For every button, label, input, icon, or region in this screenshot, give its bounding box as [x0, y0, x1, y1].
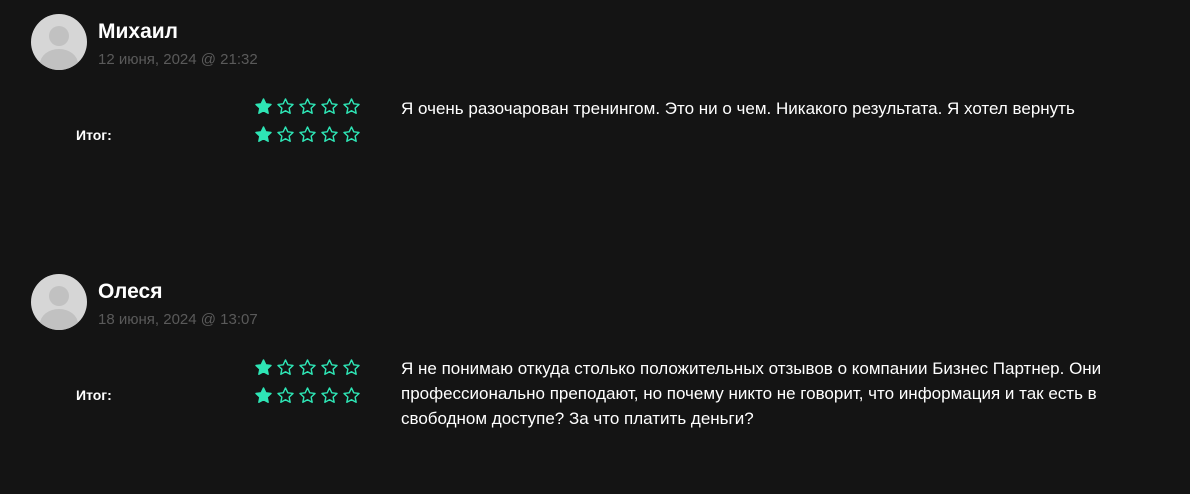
star-outline-icon [321, 126, 338, 143]
star-outline-icon [321, 98, 338, 115]
star-outline-icon [277, 98, 294, 115]
total-star-rating [254, 125, 361, 145]
review-text: Я не понимаю откуда столько положительны… [401, 359, 1102, 428]
avatar-icon [31, 274, 87, 330]
star-outline-icon [343, 126, 360, 143]
star-outline-icon [299, 98, 316, 115]
star-outline-icon [299, 126, 316, 143]
star-outline-icon [343, 387, 360, 404]
review-date: 18 июня, 2024 @ 13:07 [98, 311, 258, 328]
review-author: Михаил [98, 20, 179, 43]
star-outline-icon [321, 387, 338, 404]
total-label: Итог: [76, 387, 112, 403]
avatar-icon [31, 14, 87, 70]
star-outline-icon [277, 359, 294, 376]
star-outline-icon [277, 126, 294, 143]
star-rating [254, 358, 361, 378]
star-rating [254, 97, 361, 117]
star-outline-icon [321, 359, 338, 376]
star-filled-icon [255, 98, 272, 115]
star-outline-icon [277, 387, 294, 404]
star-outline-icon [343, 359, 360, 376]
star-outline-icon [299, 359, 316, 376]
total-label: Итог: [76, 127, 112, 143]
star-filled-icon [255, 387, 272, 404]
total-star-rating [254, 386, 361, 406]
review-text: Я очень разочарован тренингом. Это ни о … [401, 99, 1075, 118]
review-date: 12 июня, 2024 @ 21:32 [98, 51, 258, 68]
star-outline-icon [299, 387, 316, 404]
star-filled-icon [255, 359, 272, 376]
review-author: Олеся [98, 280, 163, 303]
star-outline-icon [343, 98, 360, 115]
star-filled-icon [255, 126, 272, 143]
